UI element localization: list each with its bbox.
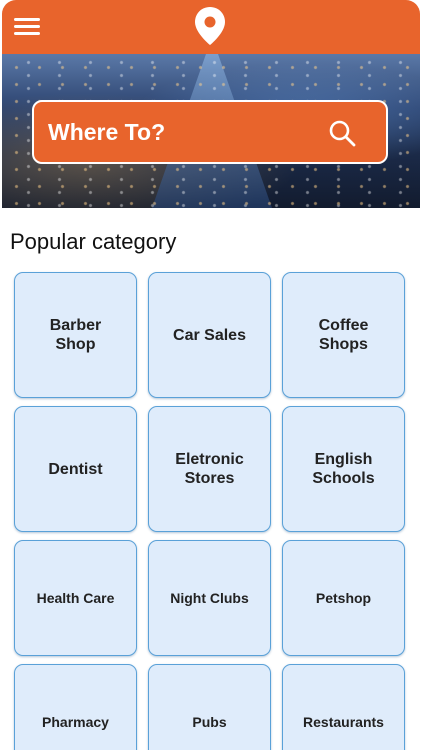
category-tile-pubs[interactable]: Pubs — [148, 664, 271, 750]
app-header — [2, 0, 420, 54]
category-tile-eletronic-stores[interactable]: Eletronic Stores — [148, 406, 271, 532]
category-label: Dentist — [48, 460, 103, 478]
category-label: Barber Shop — [49, 317, 102, 353]
magnifier-icon[interactable] — [328, 119, 356, 147]
category-tile-english-schools[interactable]: English Schools — [282, 406, 405, 532]
category-tile-pharmacy[interactable]: Pharmacy — [14, 664, 137, 750]
category-label: Health Care — [36, 589, 115, 606]
hero-banner: Where To? — [2, 54, 420, 208]
category-label: Petshop — [315, 589, 372, 606]
category-tile-health-care[interactable]: Health Care — [14, 540, 137, 656]
category-label: Restaurants — [303, 713, 384, 730]
category-tile-coffee-shops[interactable]: Coffee Shops — [282, 272, 405, 398]
category-tile-barber-shop[interactable]: Barber Shop — [14, 272, 137, 398]
category-label: Eletronic Stores — [175, 451, 244, 487]
category-label: Car Sales — [173, 326, 246, 344]
category-label: English Schools — [312, 451, 375, 487]
map-pin-icon — [195, 7, 225, 45]
category-tile-dentist[interactable]: Dentist — [14, 406, 137, 532]
category-label: Pubs — [192, 713, 227, 730]
category-tile-restaurants[interactable]: Restaurants — [282, 664, 405, 750]
where-to-search-button[interactable]: Where To? — [32, 100, 388, 164]
category-label: Coffee Shops — [318, 317, 369, 353]
category-tile-night-clubs[interactable]: Night Clubs — [148, 540, 271, 656]
category-grid: Barber Shop Car Sales Coffee Shops Dentist… — [14, 272, 406, 750]
popular-category-heading: Popular category — [10, 229, 177, 254]
category-label: Pharmacy — [42, 713, 109, 730]
category-tile-car-sales[interactable]: Car Sales — [148, 272, 271, 398]
category-tile-petshop[interactable]: Petshop — [282, 540, 405, 656]
category-label: Night Clubs — [170, 589, 249, 606]
hamburger-menu-icon[interactable] — [14, 16, 42, 38]
app-screen: Where To? Popular category Barber Shop Ca… — [0, 0, 422, 750]
search-label: Where To? — [48, 119, 166, 145]
